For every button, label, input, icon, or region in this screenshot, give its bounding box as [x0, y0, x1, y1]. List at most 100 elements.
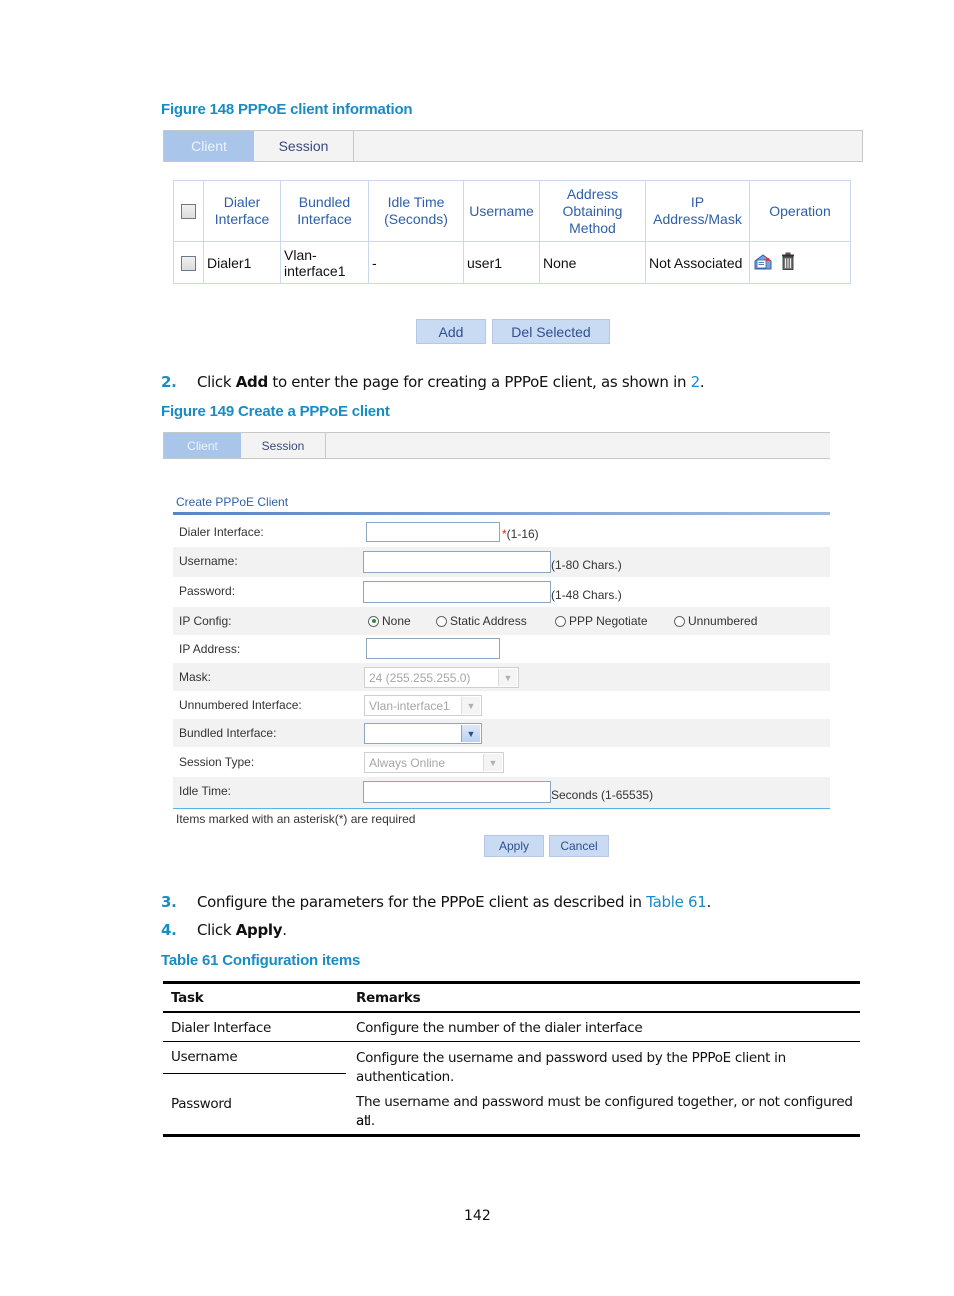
radio-selected-icon — [368, 615, 379, 627]
username-input[interactable] — [363, 551, 551, 573]
cancel-button[interactable]: Cancel — [549, 835, 609, 857]
mask-select[interactable]: 24 (255.255.255.0) ▼ — [364, 667, 519, 688]
apply-button[interactable]: Apply — [484, 835, 544, 857]
form-title: Create PPPoE Client — [176, 495, 289, 509]
bundled-interface-label: Bundled Interface: — [179, 726, 277, 740]
chevron-down-icon: ▼ — [483, 754, 502, 771]
tab-bar: Client Session — [163, 432, 830, 459]
cell-bundled-interface: Vlan-interface1 — [280, 241, 369, 284]
form-row-ip-address: IP Address: — [173, 635, 830, 663]
figure-link[interactable]: 2 — [691, 373, 701, 391]
ip-config-label: IP Config: — [179, 614, 232, 628]
col-dialer-interface: Dialer Interface — [203, 180, 281, 242]
password-input[interactable] — [363, 581, 551, 603]
form-row-idle-time: Idle Time: Seconds (1-65535) — [173, 777, 830, 808]
required-note: Items marked with an asterisk(*) are req… — [176, 812, 416, 826]
unnumbered-interface-label: Unnumbered Interface: — [179, 698, 302, 712]
tab-client[interactable]: Client — [164, 433, 241, 458]
radio-unnumbered[interactable]: Unnumbered — [674, 614, 757, 628]
cell-dialer-interface: Dialer1 — [203, 241, 281, 284]
tab-session[interactable]: Session — [254, 131, 354, 161]
step-number: 3. — [161, 893, 177, 911]
step-3: 3. Configure the parameters for the PPPoE… — [161, 893, 711, 911]
col-username: Username — [463, 180, 540, 242]
idle-time-input[interactable] — [363, 781, 551, 803]
bundled-interface-select[interactable]: ▼ — [364, 723, 482, 744]
cell-username: user1 — [463, 241, 540, 284]
header-remarks: Remarks — [356, 990, 421, 1006]
row-checkbox[interactable] — [181, 255, 196, 271]
radio-icon — [555, 615, 566, 627]
row-select-cell — [173, 241, 204, 284]
radio-static-address[interactable]: Static Address — [436, 614, 527, 628]
table-top-rule — [163, 981, 860, 984]
form-title-divider — [173, 512, 830, 515]
radio-none[interactable]: None — [368, 614, 411, 628]
table-bottom-rule — [163, 1134, 860, 1137]
table-61-caption: Table 61 Configuration items — [161, 952, 361, 969]
dialer-interface-input[interactable] — [366, 522, 500, 542]
cell-idle-time: - — [368, 241, 464, 284]
radio-icon — [436, 615, 447, 627]
session-type-select[interactable]: Always Online ▼ — [364, 752, 504, 773]
col-ip-mask: IP Address/Mask — [645, 180, 750, 242]
figure-149-caption: Figure 149 Create a PPPoE client — [161, 403, 390, 420]
header-task: Task — [171, 990, 204, 1006]
idle-time-hint: Seconds (1-65535) — [551, 788, 654, 802]
password-hint: (1-48 Chars.) — [551, 588, 622, 602]
username-hint: (1-80 Chars.) — [551, 558, 622, 572]
chevron-down-icon: ▼ — [498, 669, 517, 686]
mask-label: Mask: — [179, 670, 212, 684]
step-number: 2. — [161, 373, 177, 391]
select-all-checkbox[interactable] — [181, 204, 196, 220]
row-rule — [163, 1041, 860, 1042]
add-button[interactable]: Add — [416, 319, 486, 344]
table-header-row: Dialer Interface Bundled Interface Idle Ti… — [173, 180, 851, 242]
step-number: 4. — [161, 921, 177, 939]
username-label: Username: — [179, 554, 238, 568]
dialer-interface-label: Dialer Interface: — [179, 525, 264, 539]
col-operation: Operation — [749, 180, 851, 242]
col-bundled-interface: Bundled Interface — [280, 180, 369, 242]
table-link[interactable]: Table 61 — [646, 893, 707, 911]
col-address-method: Address Obtaining Method — [539, 180, 646, 242]
cell-task: Username — [171, 1049, 238, 1065]
form-row-ip-config: IP Config: None Static Address PPP Negot… — [173, 607, 830, 635]
form-row-mask: Mask: 24 (255.255.255.0) ▼ — [173, 663, 830, 691]
session-type-label: Session Type: — [179, 755, 255, 769]
row-rule — [163, 1073, 346, 1074]
cell-operation — [749, 241, 851, 284]
form-row-username: Username: (1-80 Chars.) — [173, 547, 830, 577]
tab-bar: Client Session — [163, 130, 863, 162]
edit-icon[interactable] — [753, 252, 773, 273]
form-bottom-divider — [173, 808, 830, 809]
ip-address-label: IP Address: — [179, 642, 241, 656]
col-idle-time: Idle Time (Seconds) — [368, 180, 464, 242]
tab-client[interactable]: Client — [164, 131, 254, 161]
step-2: 2. Click Add to enter the page for creati… — [161, 373, 705, 391]
figure-148-caption: Figure 148 PPPoE client information — [161, 101, 413, 118]
header-rule — [163, 1011, 860, 1013]
ip-address-input[interactable] — [366, 638, 500, 659]
cell-task: Password — [171, 1096, 232, 1112]
password-label: Password: — [179, 584, 236, 598]
pppoe-client-table: Dialer Interface Bundled Interface Idle Ti… — [173, 180, 851, 284]
page-number: 142 — [464, 1208, 491, 1224]
cell-address-method: None — [539, 241, 646, 284]
select-all-cell — [173, 180, 204, 242]
idle-time-label: Idle Time: — [179, 784, 232, 798]
delete-icon[interactable] — [781, 252, 795, 273]
dialer-interface-hint: (1-16) — [506, 527, 539, 541]
unnumbered-interface-select[interactable]: Vlan-interface1 ▼ — [364, 695, 482, 716]
form-row-password: Password: (1-48 Chars.) — [173, 577, 830, 607]
chevron-down-icon: ▼ — [461, 697, 480, 714]
cell-remarks: Configure the number of the dialer inter… — [356, 1020, 643, 1036]
cell-task: Dialer Interface — [171, 1020, 271, 1036]
del-selected-button[interactable]: Del Selected — [492, 319, 610, 344]
cell-ip-mask: Not Associated — [645, 241, 750, 284]
form-row-unnumbered-interface: Unnumbered Interface: Vlan-interface1 ▼ — [173, 691, 830, 719]
radio-icon — [674, 615, 685, 627]
form-row-session-type: Session Type: Always Online ▼ — [173, 748, 830, 776]
radio-ppp-negotiate[interactable]: PPP Negotiate — [555, 614, 648, 628]
tab-session[interactable]: Session — [241, 433, 326, 458]
